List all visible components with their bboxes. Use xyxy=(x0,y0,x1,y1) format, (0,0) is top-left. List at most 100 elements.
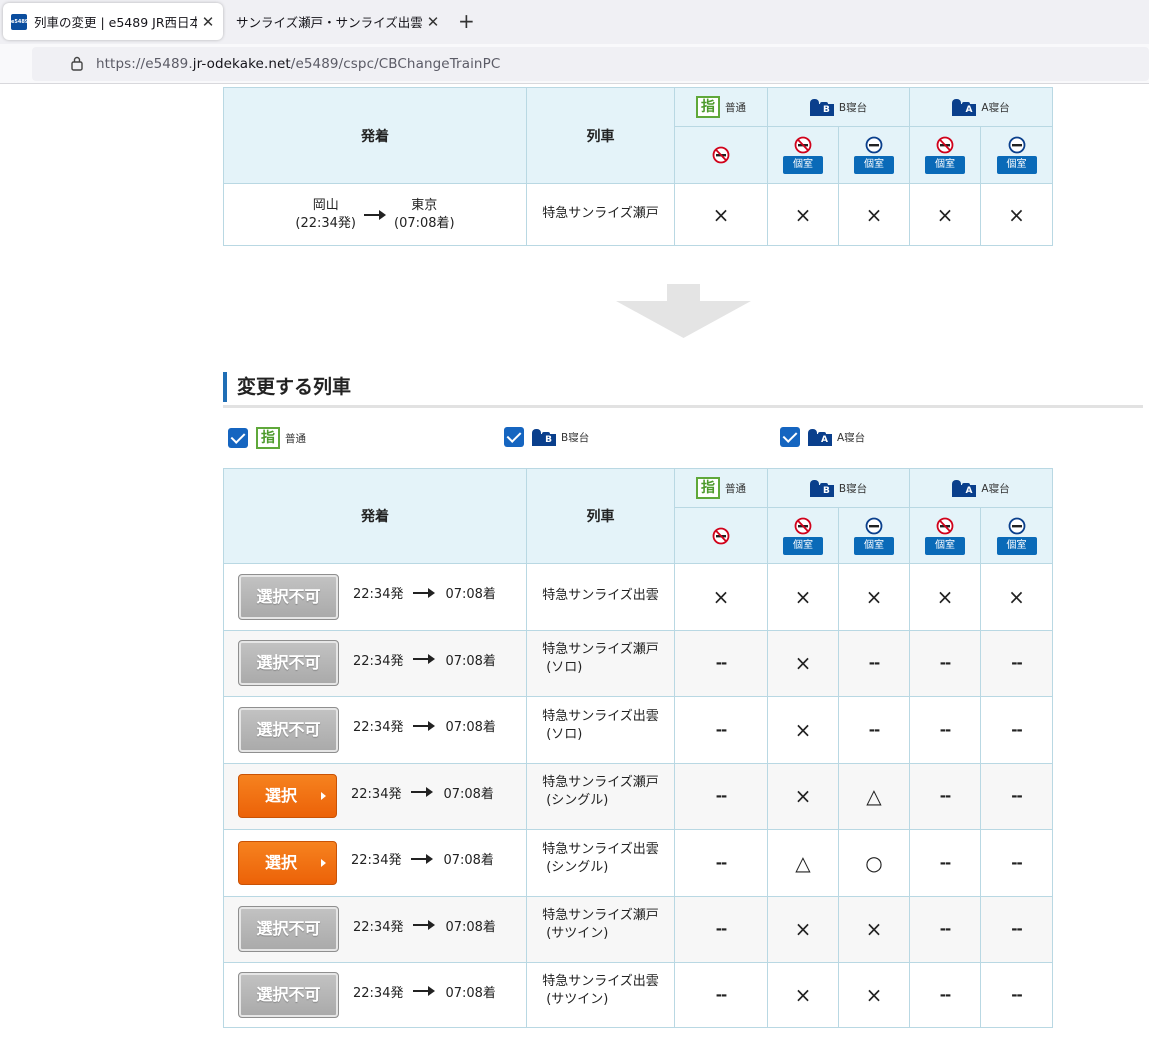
arrow-right-icon xyxy=(413,920,436,931)
availability-cell: -- xyxy=(674,895,768,963)
close-tab-icon[interactable]: ✕ xyxy=(422,13,444,31)
availability-cell: -- xyxy=(838,629,910,697)
departure-cell: 選択不可 22:34発 07:08着 xyxy=(223,696,527,764)
availability-cell: × xyxy=(909,563,981,631)
page-content: 発着 列車 指普通 B B寝台 A A寝台 個室 個室 個室 個室 岡山 (22… xyxy=(0,85,1149,1040)
arrival-time: 07:08着 xyxy=(445,985,496,1001)
availability-mark: × xyxy=(936,584,954,609)
availability-mark: × xyxy=(794,983,812,1007)
availability-cell: -- xyxy=(674,762,768,830)
berth-icon: B xyxy=(532,428,556,446)
availability-mark: -- xyxy=(715,986,727,1004)
arrival-time: 07:08着 xyxy=(443,786,494,802)
train-name-line1: 特急サンライズ瀬戸 xyxy=(542,908,659,924)
filter-label: 普通 xyxy=(285,432,306,445)
train-name: 特急サンライズ瀬戸 (ソロ) xyxy=(542,641,659,677)
arrival-time: 07:08着 xyxy=(445,587,496,603)
smoking-icon xyxy=(1008,136,1025,154)
checkbox-icon[interactable] xyxy=(504,427,524,447)
availability-mark: △ xyxy=(866,784,882,809)
select-button[interactable]: 選択 xyxy=(238,774,337,819)
origin: 岡山 (22:34発) xyxy=(295,197,356,233)
lock-icon[interactable] xyxy=(70,55,84,71)
b-sleeper-header: B B寝台 xyxy=(767,87,910,127)
arrow-right-icon xyxy=(413,720,436,731)
checkbox-icon[interactable] xyxy=(780,427,800,447)
train-name-line2: (サツイン) xyxy=(546,992,609,1007)
berth-icon: A xyxy=(808,428,832,446)
train-header: 列車 xyxy=(526,87,675,184)
current-train-name-cell: 特急サンライズ瀬戸 xyxy=(526,183,675,246)
filter-futsu[interactable]: 指普通 xyxy=(228,427,306,449)
availability-mark: × xyxy=(865,202,883,227)
availability-mark: × xyxy=(865,917,883,942)
train-name: 特急サンライズ瀬戸 (サツイン) xyxy=(542,907,659,943)
filter-label: B寝台 xyxy=(561,431,590,444)
close-tab-icon[interactable]: ✕ xyxy=(197,13,219,31)
availability-mark: -- xyxy=(715,920,727,939)
availability-mark: × xyxy=(1008,202,1025,227)
filter-b-sleeper[interactable]: B B寝台 xyxy=(504,427,589,447)
arrow-right-icon xyxy=(411,853,434,864)
train-name-line1: 特急サンライズ出雲 xyxy=(542,588,659,604)
train-name-line1: 特急サンライズ出雲 xyxy=(542,974,659,989)
current-train-table: 発着 列車 指普通 B B寝台 A A寝台 個室 個室 個室 個室 岡山 (22… xyxy=(223,87,1053,246)
tab-seat-map[interactable]: サンライズ瀬戸・サンライズ出雲 席番 ✕ xyxy=(226,3,448,40)
unavailable-button: 選択不可 xyxy=(238,640,339,687)
tab-train-change[interactable]: e5489 列車の変更 | e5489 JR西日本 ✕ xyxy=(3,3,223,40)
departure-time: 22:34発 xyxy=(353,653,404,669)
train-name-line2: (ソロ) xyxy=(546,726,583,742)
destination: 東京 (07:08着) xyxy=(394,197,455,233)
availability-cell: × xyxy=(767,183,839,246)
departure-time: 22:34発 xyxy=(353,985,404,1001)
futsu-label: 普通 xyxy=(725,101,746,114)
berth-icon: B xyxy=(809,98,834,116)
departure-cell: 選択不可 22:34発 07:08着 xyxy=(223,895,527,963)
train-row: 選択 22:34発 07:08着 特急サンライズ瀬戸 (シングル) -- × △ -- -- xyxy=(223,762,1053,830)
reserved-seat-icon: 指 xyxy=(696,96,720,118)
address-bar[interactable]: https://e5489.jr-odekake.net/e5489/cspc/… xyxy=(32,47,1149,81)
futsu-nonsmoking-header xyxy=(674,507,768,564)
train-name-cell: 特急サンライズ瀬戸 (シングル) xyxy=(526,762,675,830)
a-nonsmoking-private-header: 個室 xyxy=(909,126,981,184)
train-name-cell: 特急サンライズ瀬戸 (サツイン) xyxy=(526,895,675,963)
availability-cell: -- xyxy=(674,962,768,1028)
availability-cell: -- xyxy=(980,962,1053,1028)
departure-cell: 選択不可 22:34発 07:08着 xyxy=(223,962,527,1028)
futsu-label: 普通 xyxy=(725,482,746,495)
departure-cell: 選択 22:34発 07:08着 xyxy=(223,762,527,830)
arrival-time: 07:08着 xyxy=(445,720,496,736)
train-name: 特急サンライズ出雲 xyxy=(542,587,659,605)
futsu-header: 指普通 xyxy=(674,468,768,508)
no-smoking-icon xyxy=(936,517,954,534)
availability-cell: × xyxy=(838,563,910,631)
availability-cell: × xyxy=(767,629,839,697)
availability-mark: -- xyxy=(1011,986,1022,1004)
url-text[interactable]: https://e5489.jr-odekake.net/e5489/cspc/… xyxy=(96,56,500,72)
filter-a-sleeper[interactable]: A A寝台 xyxy=(780,427,865,447)
no-smoking-icon xyxy=(794,517,812,534)
availability-mark: -- xyxy=(939,654,951,673)
a-smoking-private-header: 個室 xyxy=(980,126,1053,184)
availability-cell: -- xyxy=(980,829,1053,897)
url-host: jr-odekake.net xyxy=(192,56,291,72)
unavailable-button: 選択不可 xyxy=(238,972,339,1018)
availability-mark: ○ xyxy=(865,850,883,875)
new-tab-button[interactable]: + xyxy=(458,10,475,32)
no-smoking-icon xyxy=(936,136,954,154)
availability-cell: × xyxy=(767,563,839,631)
availability-mark: × xyxy=(712,584,730,609)
berth-icon: A xyxy=(952,479,977,497)
seat-type-filters: 指普通 B B寝台 A A寝台 xyxy=(228,427,1128,451)
checkbox-icon[interactable] xyxy=(228,428,248,448)
train-name: 特急サンライズ瀬戸 xyxy=(542,206,659,221)
origin-time: (22:34発) xyxy=(295,215,356,231)
tab-bar: e5489 列車の変更 | e5489 JR西日本 ✕ サンライズ瀬戸・サンライ… xyxy=(0,0,1149,44)
availability-cell: -- xyxy=(909,829,981,897)
availability-mark: -- xyxy=(715,787,727,806)
availability-cell: -- xyxy=(980,696,1053,764)
departure-time: 22:34発 xyxy=(353,919,404,935)
departure-time: 22:34発 xyxy=(351,786,402,802)
train-name: 特急サンライズ出雲 (ソロ) xyxy=(542,708,659,744)
select-button[interactable]: 選択 xyxy=(238,840,337,885)
